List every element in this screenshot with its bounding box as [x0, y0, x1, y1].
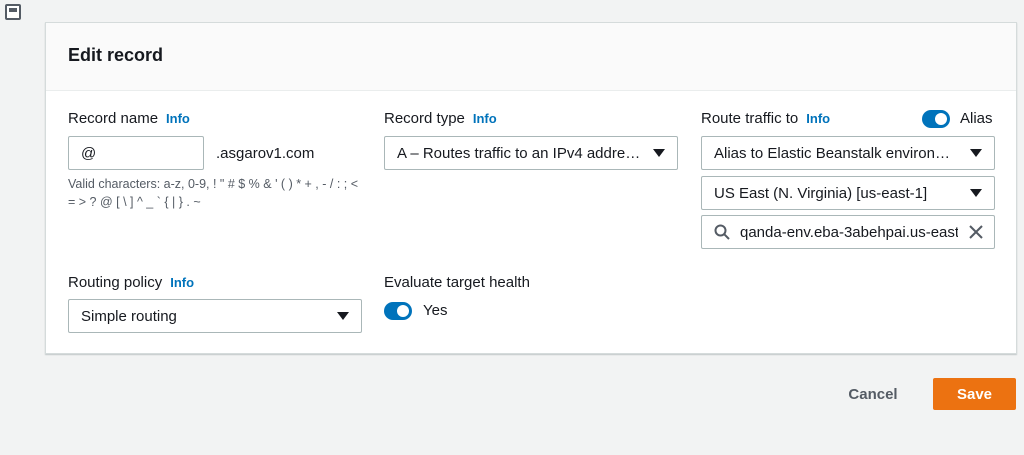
evaluate-health-toggle[interactable]	[384, 302, 412, 320]
route-traffic-info-link[interactable]: Info	[806, 111, 830, 126]
routing-policy-value: Simple routing	[81, 307, 177, 325]
record-type-value: A – Routes traffic to an IPv4 address an…	[397, 144, 641, 162]
close-icon[interactable]	[968, 224, 984, 240]
save-button[interactable]: Save	[933, 378, 1016, 410]
search-icon	[714, 224, 730, 240]
environment-value: qanda-env.eba-3abehpai.us-east-1.elastic…	[740, 223, 958, 241]
record-type-select[interactable]: A – Routes traffic to an IPv4 address an…	[384, 136, 678, 170]
record-name-hint: Valid characters: a-z, 0-9, ! " # $ % & …	[68, 177, 359, 209]
record-type-info-link[interactable]: Info	[473, 111, 497, 126]
window-icon[interactable]	[5, 4, 21, 20]
record-name-label: Record name Info	[68, 110, 190, 127]
edit-record-panel: Edit record Record name Info @ .asgarov1.…	[45, 22, 1017, 354]
domain-suffix: .asgarov1.com	[216, 145, 315, 162]
cancel-button[interactable]: Cancel	[836, 378, 910, 410]
caret-down-icon	[653, 149, 665, 157]
region-select[interactable]: US East (N. Virginia) [us-east-1]	[701, 176, 995, 210]
routing-policy-info-link[interactable]: Info	[170, 275, 194, 290]
alias-toggle[interactable]	[922, 110, 950, 128]
record-type-label: Record type Info	[384, 110, 497, 127]
evaluate-health-yes: Yes	[423, 302, 448, 319]
panel-header: Edit record	[46, 23, 1016, 91]
record-type-label-text: Record type	[384, 110, 465, 127]
routing-policy-label-text: Routing policy	[68, 274, 163, 291]
record-name-label-text: Record name	[68, 110, 159, 127]
alias-label: Alias	[960, 110, 993, 127]
endpoint-type-value: Alias to Elastic Beanstalk environment	[714, 144, 958, 162]
route-traffic-label-text: Route traffic to	[701, 110, 799, 127]
caret-down-icon	[970, 189, 982, 197]
routing-policy-select[interactable]: Simple routing	[68, 299, 362, 333]
route-traffic-label: Route traffic to Info	[701, 110, 830, 127]
caret-down-icon	[970, 149, 982, 157]
record-name-input[interactable]: @	[68, 136, 204, 170]
routing-policy-label: Routing policy Info	[68, 274, 194, 291]
region-value: US East (N. Virginia) [us-east-1]	[714, 184, 928, 202]
record-name-value: @	[81, 144, 97, 162]
caret-down-icon	[337, 312, 349, 320]
record-name-info-link[interactable]: Info	[166, 111, 190, 126]
endpoint-type-select[interactable]: Alias to Elastic Beanstalk environment	[701, 136, 995, 170]
evaluate-health-label: Evaluate target health	[384, 274, 530, 291]
page-title: Edit record	[68, 45, 164, 65]
environment-search-input[interactable]: qanda-env.eba-3abehpai.us-east-1.elastic…	[701, 215, 995, 249]
